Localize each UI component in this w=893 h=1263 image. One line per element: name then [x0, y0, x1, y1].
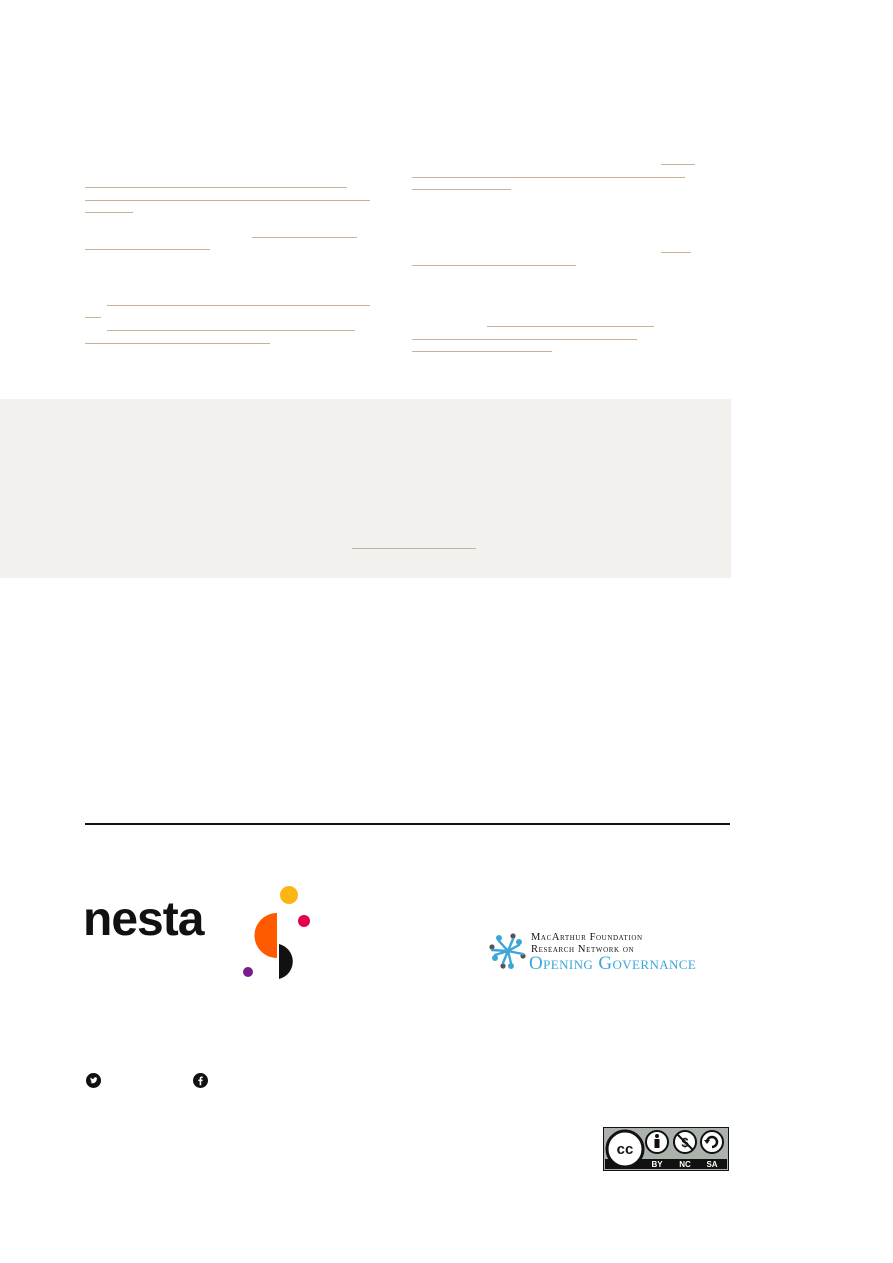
- nesta-half-orange: [254, 913, 277, 958]
- link-underline[interactable]: [107, 330, 355, 331]
- info-panel: [0, 399, 731, 578]
- panel-link-underline[interactable]: [352, 548, 476, 549]
- link-underline[interactable]: [487, 326, 654, 327]
- nesta-logo[interactable]: nesta: [80, 880, 320, 985]
- footer-divider: [85, 823, 730, 825]
- sa-icon: [700, 1130, 724, 1154]
- link-underline[interactable]: [412, 351, 552, 352]
- link-underline[interactable]: [412, 189, 511, 190]
- nesta-dot-yellow: [280, 886, 298, 904]
- by-label: BY: [651, 1160, 663, 1169]
- nc-label: NC: [679, 1160, 691, 1169]
- nc-icon: $: [673, 1130, 697, 1154]
- facebook-icon[interactable]: [193, 1073, 208, 1088]
- link-underline[interactable]: [252, 237, 357, 238]
- link-underline[interactable]: [412, 177, 685, 178]
- sa-label: SA: [706, 1160, 717, 1169]
- link-underline[interactable]: [412, 265, 576, 266]
- link-underline[interactable]: [85, 317, 101, 318]
- link-underline[interactable]: [412, 339, 637, 340]
- macarthur-line1: MacArthur Foundation: [531, 932, 643, 943]
- nesta-dot-purple: [243, 967, 253, 977]
- cc-license-badge[interactable]: cc $ BY NC SA: [603, 1127, 729, 1171]
- link-underline[interactable]: [85, 187, 347, 188]
- link-underline[interactable]: [661, 252, 691, 253]
- twitter-icon[interactable]: [86, 1073, 101, 1088]
- link-underline[interactable]: [107, 305, 370, 306]
- nesta-mark: [243, 886, 310, 979]
- macarthur-line3: Opening Governance: [529, 953, 697, 974]
- link-underline[interactable]: [85, 200, 370, 201]
- macarthur-logo[interactable]: MacArthur Foundation Research Network on…: [489, 927, 731, 977]
- by-icon: [645, 1130, 669, 1154]
- macarthur-star-icon: [489, 933, 526, 969]
- link-underline[interactable]: [85, 249, 210, 250]
- link-underline[interactable]: [661, 164, 695, 165]
- cc-label: cc: [617, 1141, 634, 1158]
- link-underline[interactable]: [85, 212, 133, 213]
- link-underline[interactable]: [85, 343, 270, 344]
- nesta-half-black: [279, 944, 293, 979]
- nesta-dot-pink: [298, 915, 310, 927]
- cc-icon: cc: [605, 1129, 645, 1169]
